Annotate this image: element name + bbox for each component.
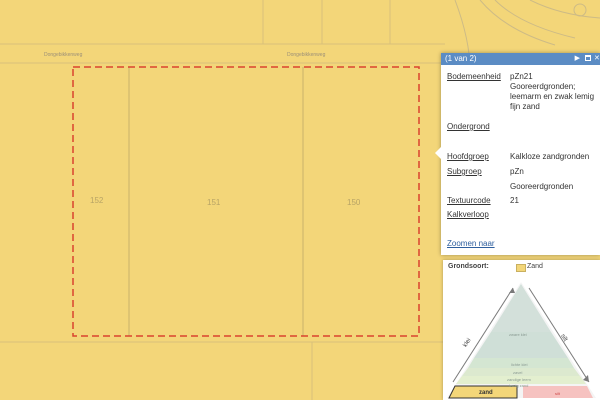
layer-label: zandige leem [507, 377, 531, 382]
zoom-to-link[interactable]: Zoomen naar [447, 239, 495, 248]
layer-label: lemig zand [509, 383, 529, 388]
road-label: Dongebikkenweg [44, 52, 83, 58]
maximize-icon[interactable] [585, 55, 591, 61]
popup-header: (1 van 2) ▶ ✕ [441, 53, 600, 65]
field-label[interactable]: Textuurcode [447, 196, 491, 205]
field-row: Kalkverloop [447, 210, 489, 220]
field-value: 21 [510, 196, 519, 205]
field-value: Gooreerdgronden [510, 182, 574, 191]
layer-label: silt [555, 391, 560, 396]
layer-label-selected: zand [479, 390, 493, 396]
info-popup: (1 van 2) ▶ ✕ Bodemeenheid pZn21 Gooreer… [435, 53, 600, 255]
field-label[interactable]: Hoofdgroep [447, 152, 489, 161]
field-row: Textuurcode 21 [447, 196, 519, 206]
road-label: Dongebikkenweg [287, 52, 326, 58]
field-label[interactable]: Kalkverloop [447, 210, 489, 219]
parcel-number: 150 [347, 198, 361, 207]
layer-label: zware klei [509, 332, 527, 337]
field-value: Gooreerdgronden; leemarm en zwak lemig f… [510, 82, 595, 111]
field-value: Kalkloze zandgronden [510, 152, 590, 161]
field-label[interactable]: Subgroep [447, 167, 482, 176]
field-value: pZn [510, 167, 524, 176]
field-row: Ondergrond [447, 122, 490, 132]
popup-counter: (1 van 2) [445, 54, 477, 63]
parcel-number: 151 [207, 198, 221, 207]
field-label[interactable]: Ondergrond [447, 122, 490, 131]
field-label[interactable]: Bodemeenheid [447, 72, 501, 81]
parcel-number: 152 [90, 196, 104, 205]
layer-label: zavel [513, 370, 523, 375]
play-icon[interactable]: ▶ [575, 53, 580, 65]
field-row: Hoofdgroep Kalkloze zandgronden [447, 152, 589, 162]
close-icon[interactable]: ✕ [594, 53, 600, 65]
field-row: Subgroep pZn [447, 167, 524, 177]
field-value: pZn21 [510, 72, 533, 81]
field-row: Bodemeenheid pZn21 [447, 72, 533, 82]
layer-label: lichte klei [511, 362, 528, 367]
legend-panel: Grondsoort: Zand klei silt zware klei li… [443, 260, 600, 400]
